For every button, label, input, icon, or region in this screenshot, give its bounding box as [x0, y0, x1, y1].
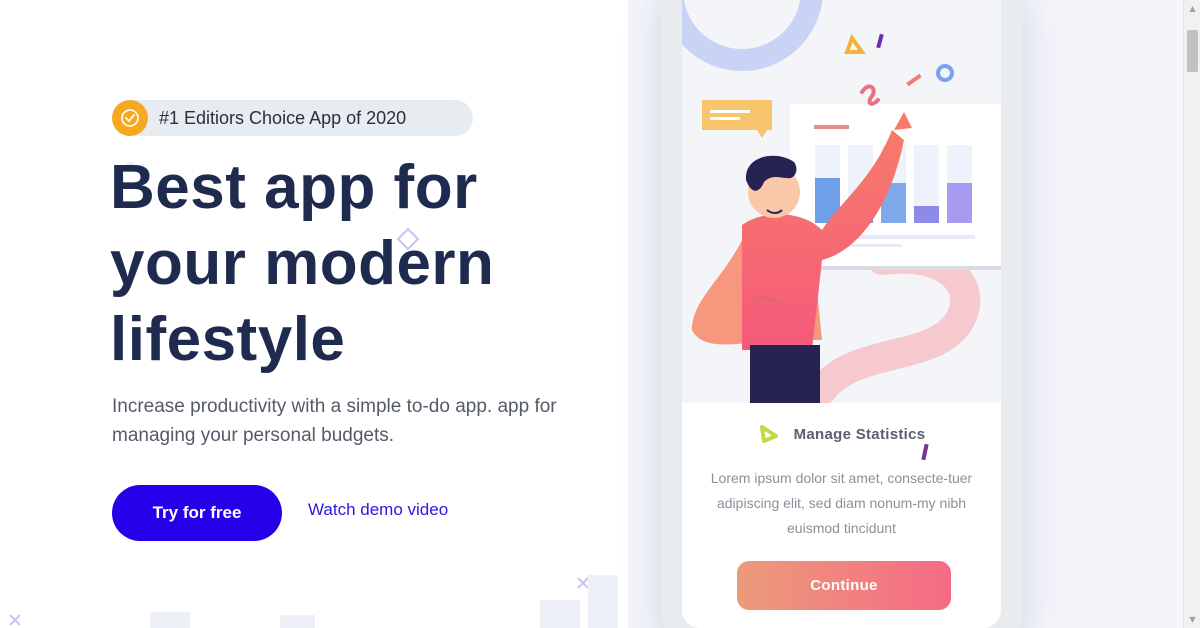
scroll-down-arrow-icon[interactable]: ▼ — [1184, 611, 1200, 628]
hero-title: Best app for your modern lifestyle — [110, 150, 590, 378]
card-title: Manage Statistics — [793, 425, 926, 443]
cross-decoration — [577, 577, 589, 589]
continue-button[interactable]: Continue — [737, 561, 951, 610]
cross-decoration — [9, 614, 21, 626]
page-scrollbar[interactable]: ▲ ▼ — [1183, 0, 1200, 628]
confetti-icon — [921, 443, 929, 461]
card-body-text: Lorem ipsum dolor sit amet, consecte-tue… — [710, 470, 973, 536]
city-skyline-decoration — [150, 575, 618, 628]
hero-title-line: Best app for — [110, 153, 478, 222]
try-for-free-button[interactable]: Try for free — [112, 485, 282, 541]
card-title-row: Manage Statistics — [682, 424, 1001, 461]
badge-text: #1 Editiors Choice App of 2020 — [159, 107, 407, 128]
phone-screen: Manage Statistics Lorem ipsum dolor sit … — [682, 0, 1001, 628]
editors-choice-badge: #1 Editiors Choice App of 2020 — [112, 100, 473, 136]
check-circle-icon — [112, 100, 148, 136]
illustration-art — [682, 0, 1001, 418]
statistics-illustration — [682, 0, 1001, 418]
watch-demo-link[interactable]: Watch demo video — [308, 500, 448, 520]
hero-title-line: your modern — [110, 229, 495, 298]
triangle-icon — [759, 425, 778, 443]
hero-subtitle: Increase productivity with a simple to-d… — [112, 396, 557, 446]
hero-title-line: lifestyle — [110, 305, 346, 374]
scrollbar-thumb[interactable] — [1187, 30, 1198, 72]
scroll-up-arrow-icon[interactable]: ▲ — [1184, 0, 1200, 17]
